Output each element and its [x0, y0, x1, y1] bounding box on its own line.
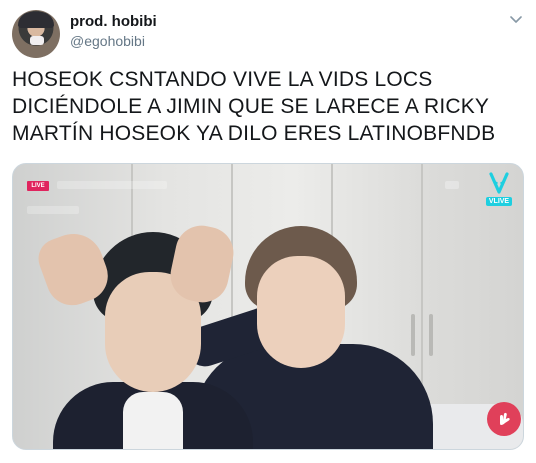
tweet-media-image[interactable]: LIVE VLIVE [12, 163, 524, 450]
avatar[interactable] [12, 10, 60, 58]
user-handle[interactable]: @egohobibi [70, 33, 145, 49]
display-name[interactable]: prod. hobibi [70, 13, 157, 30]
vlive-label: VLIVE [485, 197, 513, 206]
tweet-text: HOSEOK CSNTANDO VIVE LA VIDS LOCS DICIÉN… [12, 66, 532, 147]
cabinet-handle [429, 314, 433, 356]
cabinet-handle [411, 314, 415, 356]
tweet-text-line: DICIÉNDOLE A JIMIN QUE SE LARECE A RICKY [12, 95, 490, 118]
tweet-text-line: MARTÍN HOSEOK YA DILO ERES LATINOBFNDB [12, 122, 496, 145]
heart-hand-icon[interactable] [487, 402, 521, 436]
person-left-shirt [123, 392, 183, 449]
overlay-hd [445, 181, 459, 189]
live-badge: LIVE [27, 181, 49, 191]
chevron-down-icon[interactable] [507, 11, 525, 29]
tweet-text-line: HOSEOK CSNTANDO VIVE LA VIDS LOCS [12, 68, 433, 91]
overlay-stats [57, 181, 167, 189]
avatar-mask [30, 36, 44, 45]
person-right-face [257, 256, 345, 368]
vlive-logo-icon: VLIVE [482, 172, 516, 214]
tweet-card: prod. hobibi @egohobibi HOSEOK CSNTANDO … [0, 0, 536, 463]
overlay-timer [27, 206, 79, 214]
avatar-hat [18, 12, 54, 28]
